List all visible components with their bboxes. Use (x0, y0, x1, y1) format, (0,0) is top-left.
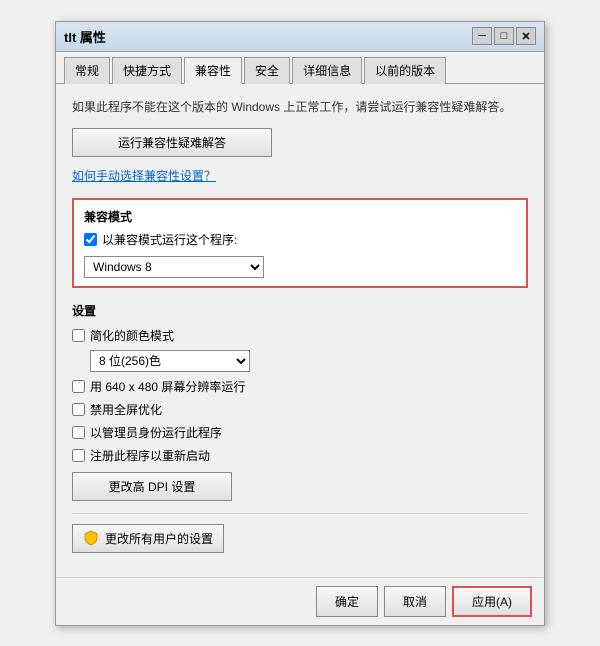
tab-details[interactable]: 详细信息 (292, 57, 362, 84)
compat-mode-label: 以兼容模式运行这个程序: (102, 231, 237, 248)
dialog-footer: 确定 取消 应用(A) (56, 577, 544, 625)
minimize-button[interactable]: ─ (472, 27, 492, 45)
setting-resolution: 用 640 x 480 屏幕分辨率运行 (72, 378, 528, 395)
divider (72, 513, 528, 514)
ok-button[interactable]: 确定 (316, 586, 378, 617)
settings-section: 设置 简化的颜色模式 8 位(256)色 16 位色 真彩色 用 640 x 4… (72, 302, 528, 501)
cancel-button[interactable]: 取消 (384, 586, 446, 617)
tab-content: 如果此程序不能在这个版本的 Windows 上正常工作，请尝试运行兼容性疑难解答… (56, 84, 544, 577)
title-bar-buttons: ─ □ ✕ (472, 27, 536, 45)
compat-mode-checkbox-row: 以兼容模式运行这个程序: (84, 231, 516, 248)
title-bar-text: tIt 属性 (64, 27, 472, 46)
color-mode-checkbox[interactable] (72, 329, 85, 342)
tab-compatibility[interactable]: 兼容性 (184, 57, 242, 84)
title-bar: tIt 属性 ─ □ ✕ (56, 22, 544, 52)
compat-mode-title: 兼容模式 (84, 208, 516, 225)
tab-security[interactable]: 安全 (244, 57, 290, 84)
resolution-label: 用 640 x 480 屏幕分辨率运行 (90, 378, 245, 395)
maximize-button[interactable]: □ (494, 27, 514, 45)
dpi-settings-button[interactable]: 更改高 DPI 设置 (72, 472, 232, 501)
color-mode-label: 简化的颜色模式 (90, 327, 174, 344)
setting-admin: 以管理员身份运行此程序 (72, 424, 528, 441)
change-all-users-button[interactable]: 更改所有用户的设置 (72, 524, 224, 553)
compat-os-select-row: Windows 8 Windows 7 Windows Vista Window… (84, 256, 516, 278)
setting-register: 注册此程序以重新启动 (72, 447, 528, 464)
admin-label: 以管理员身份运行此程序 (90, 424, 222, 441)
compat-mode-section: 兼容模式 以兼容模式运行这个程序: Windows 8 Windows 7 Wi… (72, 198, 528, 288)
compat-mode-checkbox[interactable] (84, 233, 97, 246)
close-button[interactable]: ✕ (516, 27, 536, 45)
shield-icon (83, 530, 99, 546)
tabs-bar: 常规 快捷方式 兼容性 安全 详细信息 以前的版本 (56, 52, 544, 84)
resolution-checkbox[interactable] (72, 380, 85, 393)
register-label: 注册此程序以重新启动 (90, 447, 210, 464)
manual-select-link[interactable]: 如何手动选择兼容性设置？ (72, 167, 216, 184)
settings-title: 设置 (72, 302, 528, 319)
dialog-window: tIt 属性 ─ □ ✕ 常规 快捷方式 兼容性 安全 详细信息 以前的版本 如… (55, 21, 545, 626)
setting-color-mode: 简化的颜色模式 (72, 327, 528, 344)
fullscreen-label: 禁用全屏优化 (90, 401, 162, 418)
admin-checkbox[interactable] (72, 426, 85, 439)
description-text: 如果此程序不能在这个版本的 Windows 上正常工作，请尝试运行兼容性疑难解答… (72, 98, 528, 116)
setting-fullscreen: 禁用全屏优化 (72, 401, 528, 418)
apply-button[interactable]: 应用(A) (452, 586, 532, 617)
tab-previous-versions[interactable]: 以前的版本 (364, 57, 446, 84)
run-compat-button[interactable]: 运行兼容性疑难解答 (72, 128, 272, 157)
color-select-row: 8 位(256)色 16 位色 真彩色 (90, 350, 528, 372)
color-depth-select[interactable]: 8 位(256)色 16 位色 真彩色 (90, 350, 250, 372)
fullscreen-checkbox[interactable] (72, 403, 85, 416)
tab-shortcut[interactable]: 快捷方式 (112, 57, 182, 84)
register-checkbox[interactable] (72, 449, 85, 462)
change-all-label: 更改所有用户的设置 (105, 530, 213, 547)
tab-general[interactable]: 常规 (64, 57, 110, 84)
compat-os-select[interactable]: Windows 8 Windows 7 Windows Vista Window… (84, 256, 264, 278)
